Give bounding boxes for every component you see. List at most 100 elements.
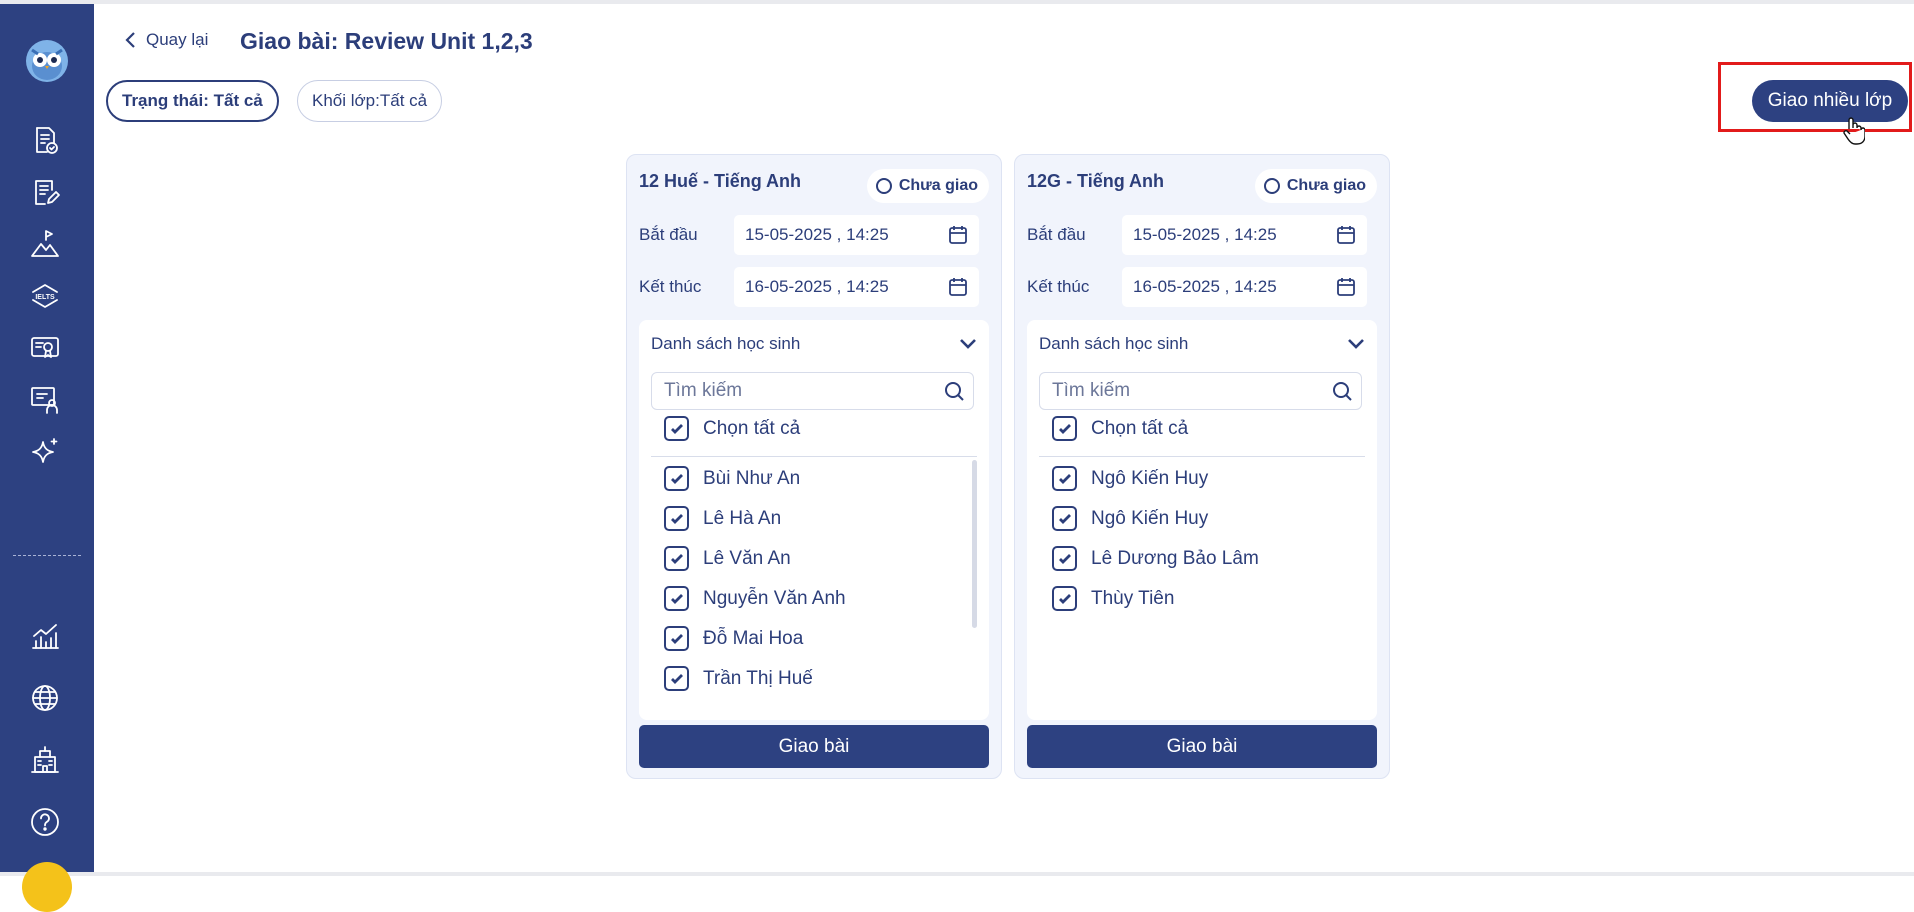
student-list-toggle[interactable]: Danh sách học sinh [651, 334, 977, 354]
assign-button[interactable]: Giao bài [639, 725, 989, 768]
page-title: Giao bài: Review Unit 1,2,3 [240, 28, 533, 54]
status-radio[interactable]: Chưa giao [866, 169, 989, 203]
calendar-icon [949, 226, 967, 244]
sparkle-ai-icon[interactable] [27, 434, 63, 470]
select-all-checkbox[interactable]: Chọn tất cả [1052, 416, 1188, 441]
svg-text:IELTS: IELTS [35, 294, 55, 301]
class-name: 12G - Tiếng Anh [1027, 171, 1165, 191]
class-card: 12 Huế - Tiếng Anh Chưa giao Bắt đầu 15-… [626, 154, 1002, 779]
scrollbar[interactable] [972, 460, 977, 628]
start-date-field[interactable]: 15-05-2025 , 14:25 [1122, 215, 1367, 255]
top-border [0, 0, 1914, 4]
end-label: Kết thúc [639, 277, 702, 296]
end-date-row: Kết thúc 16-05-2025 , 14:25 [639, 267, 989, 307]
checkbox-checked-icon [1052, 506, 1077, 531]
school-building-icon[interactable] [27, 742, 63, 778]
student-list-title: Danh sách học sinh [651, 334, 801, 353]
document-edit-icon[interactable] [27, 174, 63, 210]
back-label: Quay lại [146, 30, 209, 49]
search-icon[interactable] [1331, 380, 1353, 402]
start-date-field[interactable]: 15-05-2025 , 14:25 [734, 215, 979, 255]
student-item[interactable]: Lê Dương Bảo Lâm [1052, 546, 1259, 571]
student-item[interactable]: Ngô Kiến Huy [1052, 466, 1208, 491]
start-date-value: 15-05-2025 , 14:25 [1133, 225, 1277, 244]
start-date-row: Bắt đầu 15-05-2025 , 14:25 [1027, 215, 1377, 255]
help-icon[interactable] [27, 804, 63, 840]
assignment-check-icon[interactable] [27, 122, 63, 158]
student-item[interactable]: Lê Văn An [664, 546, 791, 571]
chevron-left-icon [125, 32, 135, 48]
hand-cursor-icon [1843, 117, 1865, 145]
calendar-icon [1337, 278, 1355, 296]
student-list-panel: Danh sách học sinh Chọn tất cả Ngô Kiến … [1027, 320, 1377, 720]
student-list-toggle[interactable]: Danh sách học sinh [1039, 334, 1365, 354]
back-link[interactable]: Quay lại [124, 30, 208, 50]
assign-multiple-classes-button[interactable]: Giao nhiều lớp [1752, 80, 1908, 122]
checkbox-checked-icon [664, 506, 689, 531]
checkbox-checked-icon [664, 626, 689, 651]
student-name: Lê Văn An [703, 547, 791, 569]
status-radio[interactable]: Chưa giao [1254, 169, 1377, 203]
checkbox-checked-icon [664, 666, 689, 691]
select-all-label: Chọn tất cả [1091, 417, 1189, 439]
checkbox-checked-icon [1052, 586, 1077, 611]
checkbox-checked-icon [664, 416, 689, 441]
end-date-field[interactable]: 16-05-2025 , 14:25 [1122, 267, 1367, 307]
select-all-label: Chọn tất cả [703, 417, 801, 439]
student-name: Lê Dương Bảo Lâm [1091, 547, 1259, 569]
status-label: Chưa giao [898, 177, 978, 194]
grade-filter[interactable]: Khối lớp:Tất cả [297, 80, 443, 122]
chevron-down-icon [960, 339, 976, 349]
student-item[interactable]: Lê Hà An [664, 506, 781, 531]
search-input[interactable] [1052, 380, 1312, 402]
student-name: Đỗ Mai Hoa [703, 627, 804, 649]
teacher-board-icon[interactable] [27, 382, 63, 418]
start-date-row: Bắt đầu 15-05-2025 , 14:25 [639, 215, 989, 255]
select-all-checkbox[interactable]: Chọn tất cả [664, 416, 800, 441]
ielts-icon[interactable]: IELTS [27, 278, 63, 314]
bottom-border [0, 872, 1914, 876]
search-input[interactable] [664, 380, 924, 402]
sidebar: IELTS [0, 4, 94, 912]
student-search [1039, 372, 1362, 410]
student-search [651, 372, 974, 410]
student-item[interactable]: Nguyễn Văn Anh [664, 586, 846, 611]
certificate-icon[interactable] [27, 330, 63, 366]
end-label: Kết thúc [1027, 277, 1090, 296]
search-icon[interactable] [943, 380, 965, 402]
student-name: Ngô Kiến Huy [1091, 467, 1209, 489]
class-card: 12G - Tiếng Anh Chưa giao Bắt đầu 15-05-… [1014, 154, 1390, 779]
end-date-field[interactable]: 16-05-2025 , 14:25 [734, 267, 979, 307]
assign-button[interactable]: Giao bài [1027, 725, 1377, 768]
class-name: 12 Huế - Tiếng Anh [639, 171, 802, 191]
student-name: Bùi Như An [703, 467, 801, 489]
student-name: Trần Thị Huế [703, 667, 813, 689]
globe-icon[interactable] [27, 680, 63, 716]
radio-icon [875, 178, 892, 194]
owl-logo[interactable] [26, 40, 68, 82]
divider [1039, 456, 1365, 457]
end-date-row: Kết thúc 16-05-2025 , 14:25 [1027, 267, 1377, 307]
chart-growth-icon[interactable] [27, 618, 63, 654]
user-avatar[interactable] [22, 862, 72, 912]
student-item[interactable]: Trần Thị Huế [664, 666, 813, 691]
end-date-value: 16-05-2025 , 14:25 [745, 277, 889, 296]
student-item[interactable]: Đỗ Mai Hoa [664, 626, 803, 651]
student-name: Lê Hà An [703, 507, 782, 529]
mountain-flag-icon[interactable] [27, 226, 63, 262]
calendar-icon [949, 278, 967, 296]
checkbox-checked-icon [664, 546, 689, 571]
checkbox-checked-icon [1052, 466, 1077, 491]
checkbox-checked-icon [664, 466, 689, 491]
student-item[interactable]: Ngô Kiến Huy [1052, 506, 1208, 531]
status-label: Chưa giao [1286, 177, 1366, 194]
student-name: Nguyễn Văn Anh [703, 587, 846, 609]
student-item[interactable]: Thùy Tiên [1052, 586, 1174, 611]
end-date-value: 16-05-2025 , 14:25 [1133, 277, 1277, 296]
student-item[interactable]: Bùi Như An [664, 466, 800, 491]
student-list-panel: Danh sách học sinh Chọn tất cả Bùi Như A… [639, 320, 989, 720]
checkbox-checked-icon [664, 586, 689, 611]
chevron-down-icon [1348, 339, 1364, 349]
student-name: Ngô Kiến Huy [1091, 507, 1209, 529]
status-filter[interactable]: Trạng thái: Tất cả [106, 80, 279, 122]
